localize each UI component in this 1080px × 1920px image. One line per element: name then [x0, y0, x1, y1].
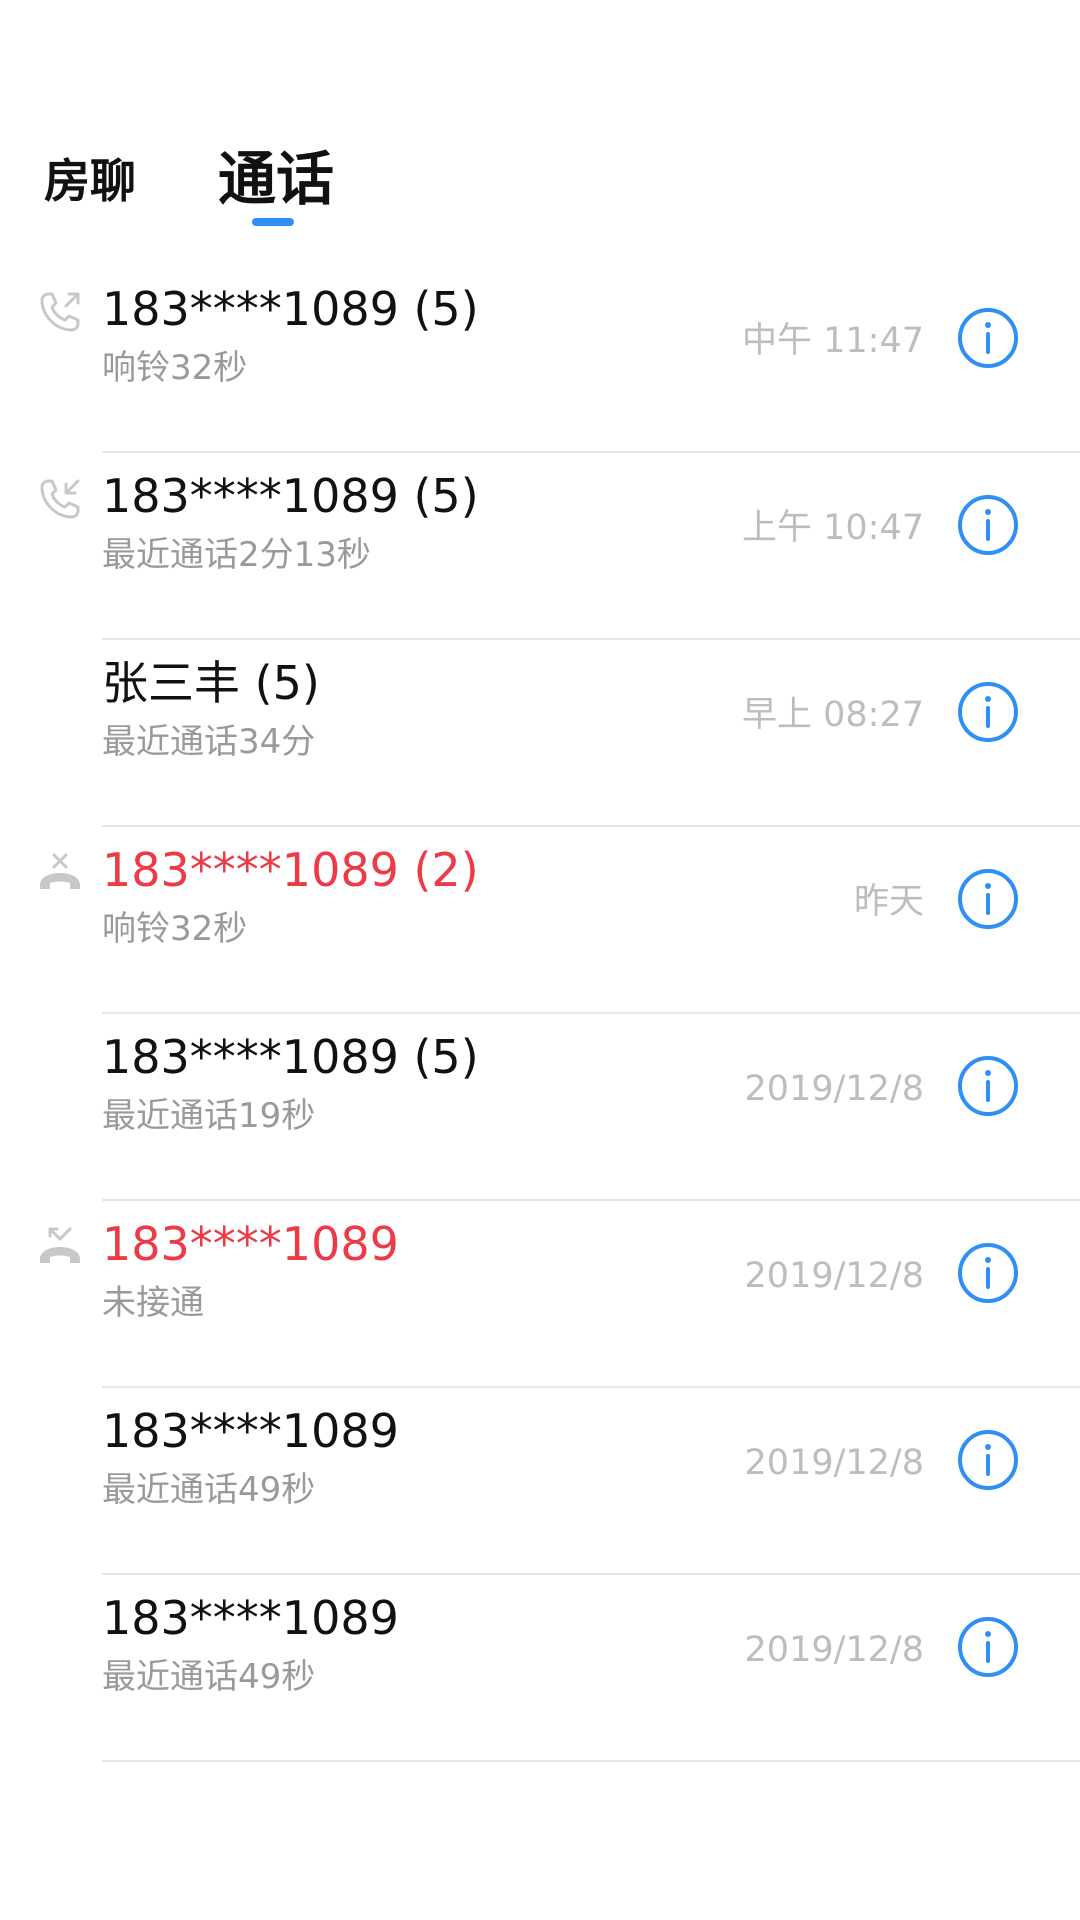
row-divider [102, 1760, 1080, 1762]
call-subtitle: 最近通话2分13秒 [102, 535, 371, 575]
call-title: 183****1089 (2) [102, 843, 479, 897]
info-icon[interactable] [956, 680, 1018, 742]
missed-call-icon [36, 1223, 84, 1271]
call-list: 183****1089 (5) 响铃32秒 中午 11:47 183****10 [0, 266, 1080, 1762]
call-subtitle: 最近通话49秒 [102, 1657, 316, 1697]
call-time: 早上 08:27 [742, 695, 924, 735]
tab-room-chat[interactable]: 房聊 [44, 158, 136, 204]
call-row[interactable]: 张三丰 (5) 最近通话34分 早上 08:27 [0, 640, 1080, 827]
call-time: 中午 11:47 [742, 321, 924, 361]
call-title: 张三丰 (5) [102, 656, 320, 710]
call-subtitle: 未接通 [102, 1283, 204, 1323]
call-time: 2019/12/8 [744, 1256, 924, 1296]
call-row[interactable]: 183****1089 (5) 最近通话19秒 2019/12/8 [0, 1014, 1080, 1201]
call-time: 上午 10:47 [742, 508, 924, 548]
tab-calls[interactable]: 通话 [218, 150, 334, 208]
call-row[interactable]: 183****1089 (5) 响铃32秒 中午 11:47 [0, 266, 1080, 453]
active-tab-indicator [252, 218, 294, 226]
call-subtitle: 最近通话34分 [102, 722, 316, 762]
call-title: 183****1089 (5) [102, 469, 479, 523]
info-icon[interactable] [956, 1428, 1018, 1490]
call-title: 183****1089 [102, 1591, 399, 1645]
call-row[interactable]: 183****1089 最近通话49秒 2019/12/8 [0, 1388, 1080, 1575]
info-icon[interactable] [956, 306, 1018, 368]
call-row[interactable]: 183****1089 最近通话49秒 2019/12/8 [0, 1575, 1080, 1762]
call-row[interactable]: 183****1089 (2) 响铃32秒 昨天 [0, 827, 1080, 1014]
call-time: 2019/12/8 [744, 1630, 924, 1670]
info-icon[interactable] [956, 867, 1018, 929]
info-icon[interactable] [956, 1054, 1018, 1116]
call-title: 183****1089 [102, 1404, 399, 1458]
call-title: 183****1089 (5) [102, 1030, 479, 1084]
call-row[interactable]: 183****1089 (5) 最近通话2分13秒 上午 10:47 [0, 453, 1080, 640]
call-time: 2019/12/8 [744, 1443, 924, 1483]
call-title: 183****1089 [102, 1217, 399, 1271]
call-row[interactable]: 183****1089 未接通 2019/12/8 [0, 1201, 1080, 1388]
call-subtitle: 最近通话49秒 [102, 1470, 316, 1510]
incoming-call-icon [36, 475, 84, 523]
info-icon[interactable] [956, 493, 1018, 555]
call-time: 昨天 [853, 882, 924, 922]
call-history-page: 房聊 通话 183****1089 (5) 响铃32秒 中午 11:47 183… [0, 0, 1080, 1920]
tab-bar: 房聊 通话 [0, 130, 1080, 240]
outgoing-call-icon [36, 288, 84, 336]
call-subtitle: 最近通话19秒 [102, 1096, 316, 1136]
canceled-call-icon [36, 849, 84, 897]
info-icon[interactable] [956, 1615, 1018, 1677]
call-subtitle: 响铃32秒 [102, 348, 248, 388]
info-icon[interactable] [956, 1241, 1018, 1303]
call-time: 2019/12/8 [744, 1069, 924, 1109]
call-subtitle: 响铃32秒 [102, 909, 248, 949]
call-title: 183****1089 (5) [102, 282, 479, 336]
